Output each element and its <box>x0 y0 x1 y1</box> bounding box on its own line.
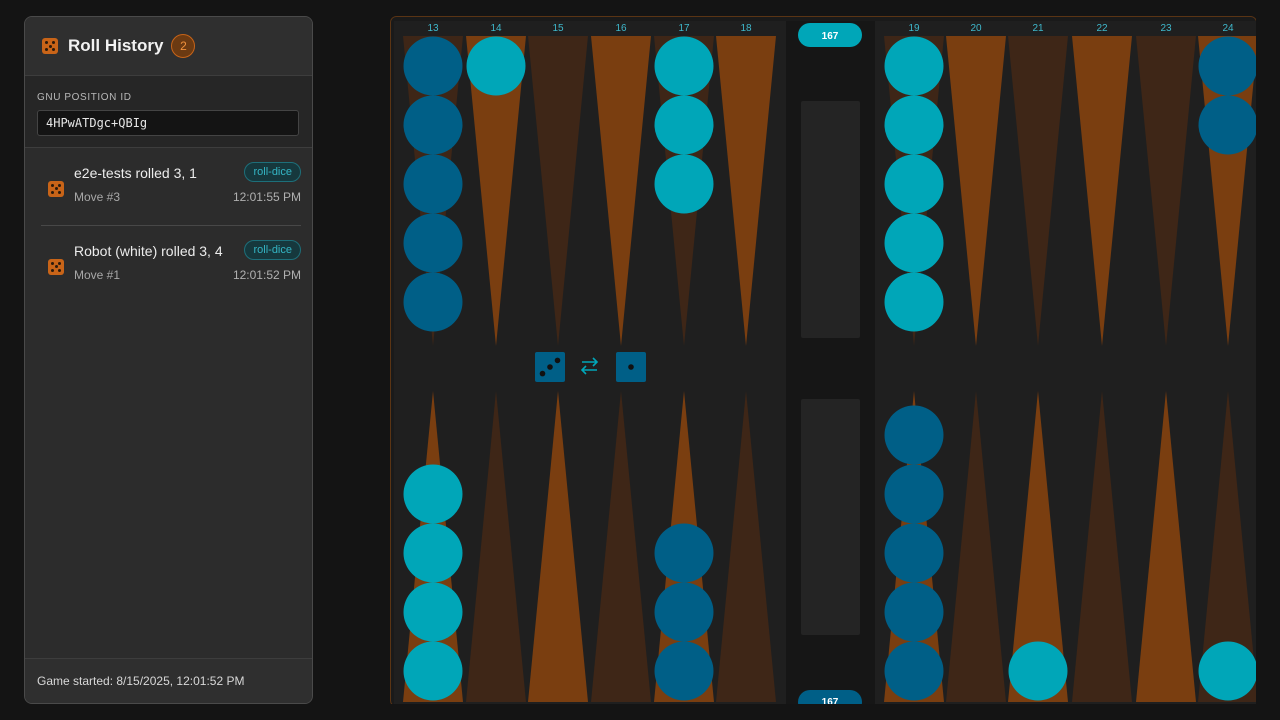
pip-count-top: 167 <box>822 31 839 42</box>
checker[interactable] <box>403 36 463 96</box>
checker[interactable] <box>1198 36 1257 96</box>
checker[interactable] <box>654 523 714 583</box>
roll-list: e2e-tests rolled 3, 1 roll-dice Move #3 … <box>25 148 312 303</box>
point-number-label: 14 <box>490 23 502 34</box>
point-number-label: 22 <box>1096 23 1108 34</box>
die-pip <box>628 364 634 370</box>
checker[interactable] <box>884 154 944 214</box>
checker[interactable] <box>654 36 714 96</box>
checker[interactable] <box>403 582 463 642</box>
panel-header: Roll History 2 <box>25 17 312 76</box>
die-pip <box>539 370 546 377</box>
roll-description: Robot (white) rolled 3, 4 <box>74 243 223 259</box>
list-item[interactable]: Robot (white) rolled 3, 4 roll-dice Move… <box>41 226 301 303</box>
roll-type-badge: roll-dice <box>244 162 301 182</box>
point-number-label: 13 <box>427 23 439 34</box>
point-number-label: 16 <box>615 23 627 34</box>
checker[interactable] <box>1008 641 1068 701</box>
game-started-footer: Game started: 8/15/2025, 12:01:52 PM <box>25 658 312 703</box>
checker[interactable] <box>884 582 944 642</box>
move-number: Move #3 <box>74 190 121 204</box>
checker[interactable] <box>884 405 944 465</box>
checker[interactable] <box>403 95 463 155</box>
point-number-label: 23 <box>1160 23 1172 34</box>
checker[interactable] <box>403 154 463 214</box>
panel-title: Roll History <box>68 36 164 55</box>
checker[interactable] <box>466 36 526 96</box>
checker[interactable] <box>884 464 944 524</box>
checker[interactable] <box>403 641 463 701</box>
point-number-label: 17 <box>678 23 690 34</box>
position-id-field[interactable] <box>37 110 299 136</box>
checker[interactable] <box>1198 641 1257 701</box>
die-pip <box>547 364 553 370</box>
die-pip <box>554 357 561 364</box>
move-number: Move #1 <box>74 268 121 282</box>
checker[interactable] <box>403 213 463 273</box>
roll-type-badge: roll-dice <box>244 240 301 260</box>
roll-timestamp: 12:01:55 PM <box>232 190 301 204</box>
list-item[interactable]: e2e-tests rolled 3, 1 roll-dice Move #3 … <box>41 148 301 226</box>
roll-timestamp: 12:01:52 PM <box>232 268 301 282</box>
checker[interactable] <box>654 154 714 214</box>
checker[interactable] <box>654 641 714 701</box>
position-id-label: GNU POSITION ID <box>37 92 132 103</box>
backgammon-board[interactable]: 13 14 15 16 17 18 19 20 21 22 23 24 167 167 <box>390 16 1256 704</box>
dice-icon <box>42 38 58 54</box>
checker[interactable] <box>884 36 944 96</box>
roll-description: e2e-tests rolled 3, 1 <box>74 165 197 181</box>
point-number-label: 18 <box>740 23 752 34</box>
bar-slot-top[interactable] <box>801 101 860 338</box>
checker[interactable] <box>884 641 944 701</box>
checker[interactable] <box>403 272 463 332</box>
point-number-label: 15 <box>552 23 564 34</box>
point-number-label: 20 <box>970 23 982 34</box>
checker[interactable] <box>1198 95 1257 155</box>
point-number-label: 24 <box>1222 23 1234 34</box>
bar-slot-bottom[interactable] <box>801 399 860 635</box>
roll-count-badge: 2 <box>171 34 196 58</box>
checker[interactable] <box>884 272 944 332</box>
checker[interactable] <box>654 95 714 155</box>
pip-count-bottom: 167 <box>822 697 839 704</box>
position-id-section: GNU POSITION ID <box>25 76 312 148</box>
checker[interactable] <box>884 95 944 155</box>
roll-history-panel: Roll History 2 GNU POSITION ID e2e-tests… <box>24 16 313 704</box>
checker[interactable] <box>884 523 944 583</box>
dice-icon <box>48 258 64 275</box>
checker[interactable] <box>884 213 944 273</box>
checker[interactable] <box>403 523 463 583</box>
checker[interactable] <box>403 464 463 524</box>
point-number-label: 21 <box>1032 23 1044 34</box>
checker[interactable] <box>654 582 714 642</box>
point-number-label: 19 <box>908 23 920 34</box>
dice-icon <box>48 180 64 197</box>
